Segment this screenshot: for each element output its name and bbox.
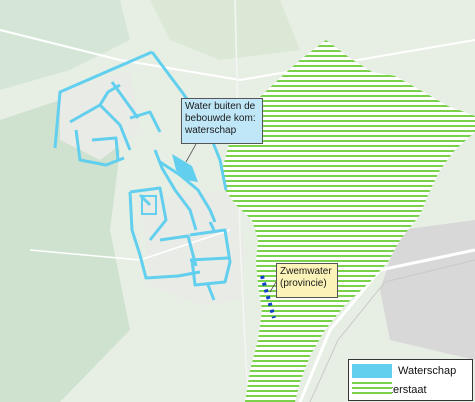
map-viewport[interactable]: Water buiten de bebouwde kom: waterschap… bbox=[0, 0, 475, 402]
map-canvas bbox=[0, 0, 475, 402]
legend-swatch-waterschap bbox=[352, 364, 392, 378]
callout-swim-water: Zwemwater (provincie) bbox=[276, 263, 338, 298]
legend-label-waterschap: Waterschap bbox=[398, 365, 457, 377]
legend-item-waterschap: Waterschap bbox=[352, 363, 456, 379]
legend-item-rijkswaterstaat: Rijkswaterstaat bbox=[352, 382, 427, 398]
legend-swatch-rijkswaterstaat bbox=[352, 382, 392, 396]
callout-water-text: Water buiten de bebouwde kom: waterschap bbox=[185, 101, 256, 136]
callout-swim-text: Zwemwater (provincie) bbox=[280, 266, 332, 289]
map-legend: Waterschap Rijkswaterstaat bbox=[348, 359, 473, 401]
callout-water-outside-builtup: Water buiten de bebouwde kom: waterschap bbox=[181, 98, 263, 144]
